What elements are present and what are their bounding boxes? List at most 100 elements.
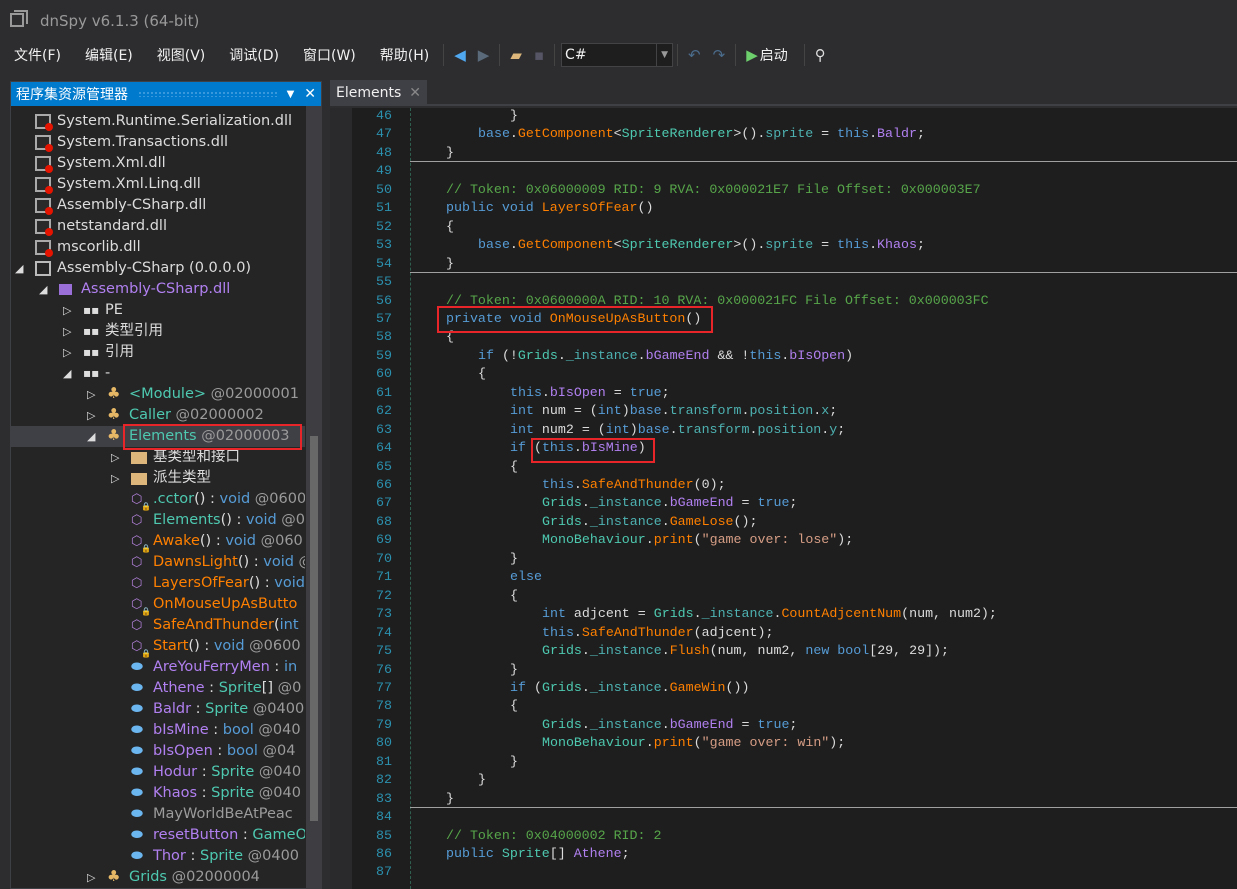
- tree-item[interactable]: netstandard.dll: [11, 216, 305, 237]
- menu-edit[interactable]: 编辑(E): [85, 45, 133, 65]
- panel-grip[interactable]: [138, 91, 277, 97]
- code-line: {: [478, 366, 486, 381]
- code-token: (: [693, 735, 702, 750]
- tree-item[interactable]: Assembly-CSharp.dll: [11, 195, 305, 216]
- close-tab-icon[interactable]: ✕: [409, 85, 421, 101]
- tree-item[interactable]: ◢ ▪▪ -: [11, 363, 305, 384]
- language-select[interactable]: C# ▼: [561, 43, 674, 67]
- tree-item[interactable]: ▷ ♣ Grids @02000004: [11, 867, 305, 888]
- method-icon: ⬡: [131, 618, 143, 633]
- menu-debug[interactable]: 调试(D): [229, 45, 279, 65]
- tree-item[interactable]: ⬡ SafeAndThunder(int: [11, 615, 305, 636]
- tree-item[interactable]: ▷ ▪▪ 类型引用: [11, 321, 305, 342]
- tree-item[interactable]: ▷ 派生类型: [11, 468, 305, 489]
- tab-elements[interactable]: Elements ✕: [330, 80, 427, 106]
- expand-arrow-icon[interactable]: ▷: [87, 405, 99, 426]
- code-token: =: [813, 237, 838, 252]
- tree-item[interactable]: ⬬ AreYouFerryMen : in: [11, 657, 305, 678]
- back-icon[interactable]: ◀: [454, 46, 466, 64]
- tree-item[interactable]: System.Xml.dll: [11, 153, 305, 174]
- forward-icon[interactable]: ▶: [478, 46, 490, 64]
- tree-item[interactable]: ◢ Assembly-CSharp (0.0.0.0): [11, 258, 305, 279]
- tree-item[interactable]: System.Xml.Linq.dll: [11, 174, 305, 195]
- scrollbar-thumb[interactable]: [310, 436, 318, 821]
- code-token: this: [749, 348, 782, 363]
- menu-file[interactable]: 文件(F): [14, 45, 61, 65]
- collapse-arrow-icon[interactable]: ◢: [39, 279, 51, 300]
- code-token: ;: [916, 237, 925, 252]
- close-icon[interactable]: ✕: [304, 86, 316, 102]
- expand-arrow-icon[interactable]: ▷: [63, 342, 75, 363]
- code-line: }: [446, 145, 454, 160]
- tree-item-label: Thor : Sprite @0400: [153, 846, 299, 867]
- label-part: bool: [226, 743, 258, 759]
- expand-arrow-icon[interactable]: ▷: [87, 384, 99, 405]
- tree-item[interactable]: ▷ ▪▪ 引用: [11, 342, 305, 363]
- tree-item[interactable]: ⬡ DawnsLight() : void @: [11, 552, 305, 573]
- label-part: @0400: [248, 701, 305, 717]
- tree-item[interactable]: mscorlib.dll: [11, 237, 305, 258]
- assembly-icon: [35, 261, 51, 276]
- tree-item[interactable]: ▷ ▪▪ PE: [11, 300, 305, 321]
- tree-item[interactable]: ⬡ Elements() : void @0: [11, 510, 305, 531]
- tree-item[interactable]: ⬬ bIsMine : bool @040: [11, 720, 305, 741]
- code-line: base.GetComponent<SpriteRenderer>().spri…: [478, 126, 925, 141]
- tree-item[interactable]: ⬬ bIsOpen : bool @04: [11, 741, 305, 762]
- tree-item[interactable]: ▷ 基类型和接口: [11, 447, 305, 468]
- label-part: @040: [253, 722, 301, 738]
- tree-item[interactable]: ⬬ Baldr : Sprite @0400: [11, 699, 305, 720]
- save-icon[interactable]: ▪: [534, 46, 544, 64]
- tree-item[interactable]: ⬬ Khaos : Sprite @040: [11, 783, 305, 804]
- tree-item[interactable]: System.Runtime.Serialization.dll: [11, 111, 305, 132]
- expand-arrow-icon[interactable]: ▷: [63, 300, 75, 321]
- field-icon: ⬬: [131, 701, 143, 717]
- namespace-icon: ▪▪: [83, 324, 100, 338]
- tree-item[interactable]: ⬡ 🔒 .cctor() : void @0600: [11, 489, 305, 511]
- tree-item[interactable]: ⬡ 🔒 Start() : void @0600: [11, 636, 305, 658]
- search-icon[interactable]: ⚲: [815, 46, 826, 64]
- panel-menu-icon[interactable]: ▼: [287, 89, 295, 100]
- tree-item[interactable]: ⬡ 🔒 Awake() : void @060: [11, 531, 305, 553]
- expand-arrow-icon[interactable]: ▷: [111, 468, 123, 489]
- code-token: Grids: [542, 495, 582, 510]
- expand-arrow-icon[interactable]: ▷: [87, 867, 99, 888]
- line-number: 53: [376, 237, 392, 252]
- tree-item[interactable]: ⬬ resetButton : GameO: [11, 825, 305, 846]
- collapse-arrow-icon[interactable]: ◢: [63, 363, 75, 384]
- collapse-arrow-icon[interactable]: ◢: [87, 426, 99, 447]
- code-token: ;: [829, 403, 838, 418]
- undo-icon[interactable]: ↶: [688, 46, 701, 64]
- start-button[interactable]: 启动: [760, 45, 788, 65]
- tree-item[interactable]: ⬬ Hodur : Sprite @040: [11, 762, 305, 783]
- label-part: SafeAndThunder: [153, 617, 274, 633]
- menu-help[interactable]: 帮助(H): [380, 45, 429, 65]
- code-token: if: [510, 440, 526, 455]
- label-part: resetButton: [153, 827, 239, 843]
- tree-item[interactable]: ⬡ LayersOfFear() : void: [11, 573, 305, 594]
- tree-item[interactable]: ⬡ 🔒 OnMouseUpAsButto: [11, 594, 305, 616]
- expand-arrow-icon[interactable]: ▷: [111, 447, 123, 468]
- collapse-arrow-icon[interactable]: ◢: [15, 258, 27, 279]
- menu-window[interactable]: 窗口(W): [303, 45, 356, 65]
- label-part: System.Xml.dll: [57, 155, 166, 171]
- tree-item[interactable]: ▷ ♣ <Module> @02000001: [11, 384, 305, 405]
- tree-item[interactable]: ◢ Assembly-CSharp.dll: [11, 279, 305, 300]
- redo-icon[interactable]: ↷: [713, 46, 726, 64]
- code-token: sprite: [765, 237, 814, 252]
- code-token: Baldr: [877, 126, 917, 141]
- separator: [554, 44, 556, 66]
- tree-item[interactable]: ⬬ Thor : Sprite @0400: [11, 846, 305, 867]
- open-icon[interactable]: ▰: [510, 46, 522, 64]
- tree-item[interactable]: ⬬ Athene : Sprite[] @0: [11, 678, 305, 699]
- tree-item[interactable]: ⬬ MayWorldBeAtPeac: [11, 804, 305, 825]
- expand-arrow-icon[interactable]: ▷: [63, 321, 75, 342]
- menu-view[interactable]: 视图(V): [157, 45, 206, 65]
- code-token: ): [621, 403, 630, 418]
- code-editor[interactable]: 46} 47 base.GetComponent<SpriteRenderer>()…: [330, 108, 1237, 889]
- tree-item[interactable]: ▷ ♣ Caller @02000002: [11, 405, 305, 426]
- tree-item[interactable]: System.Transactions.dll: [11, 132, 305, 153]
- chevron-down-icon[interactable]: ▼: [656, 44, 672, 66]
- label-part: Start: [153, 638, 189, 654]
- tree-scrollbar[interactable]: [306, 106, 322, 889]
- play-icon[interactable]: ▶: [746, 46, 758, 64]
